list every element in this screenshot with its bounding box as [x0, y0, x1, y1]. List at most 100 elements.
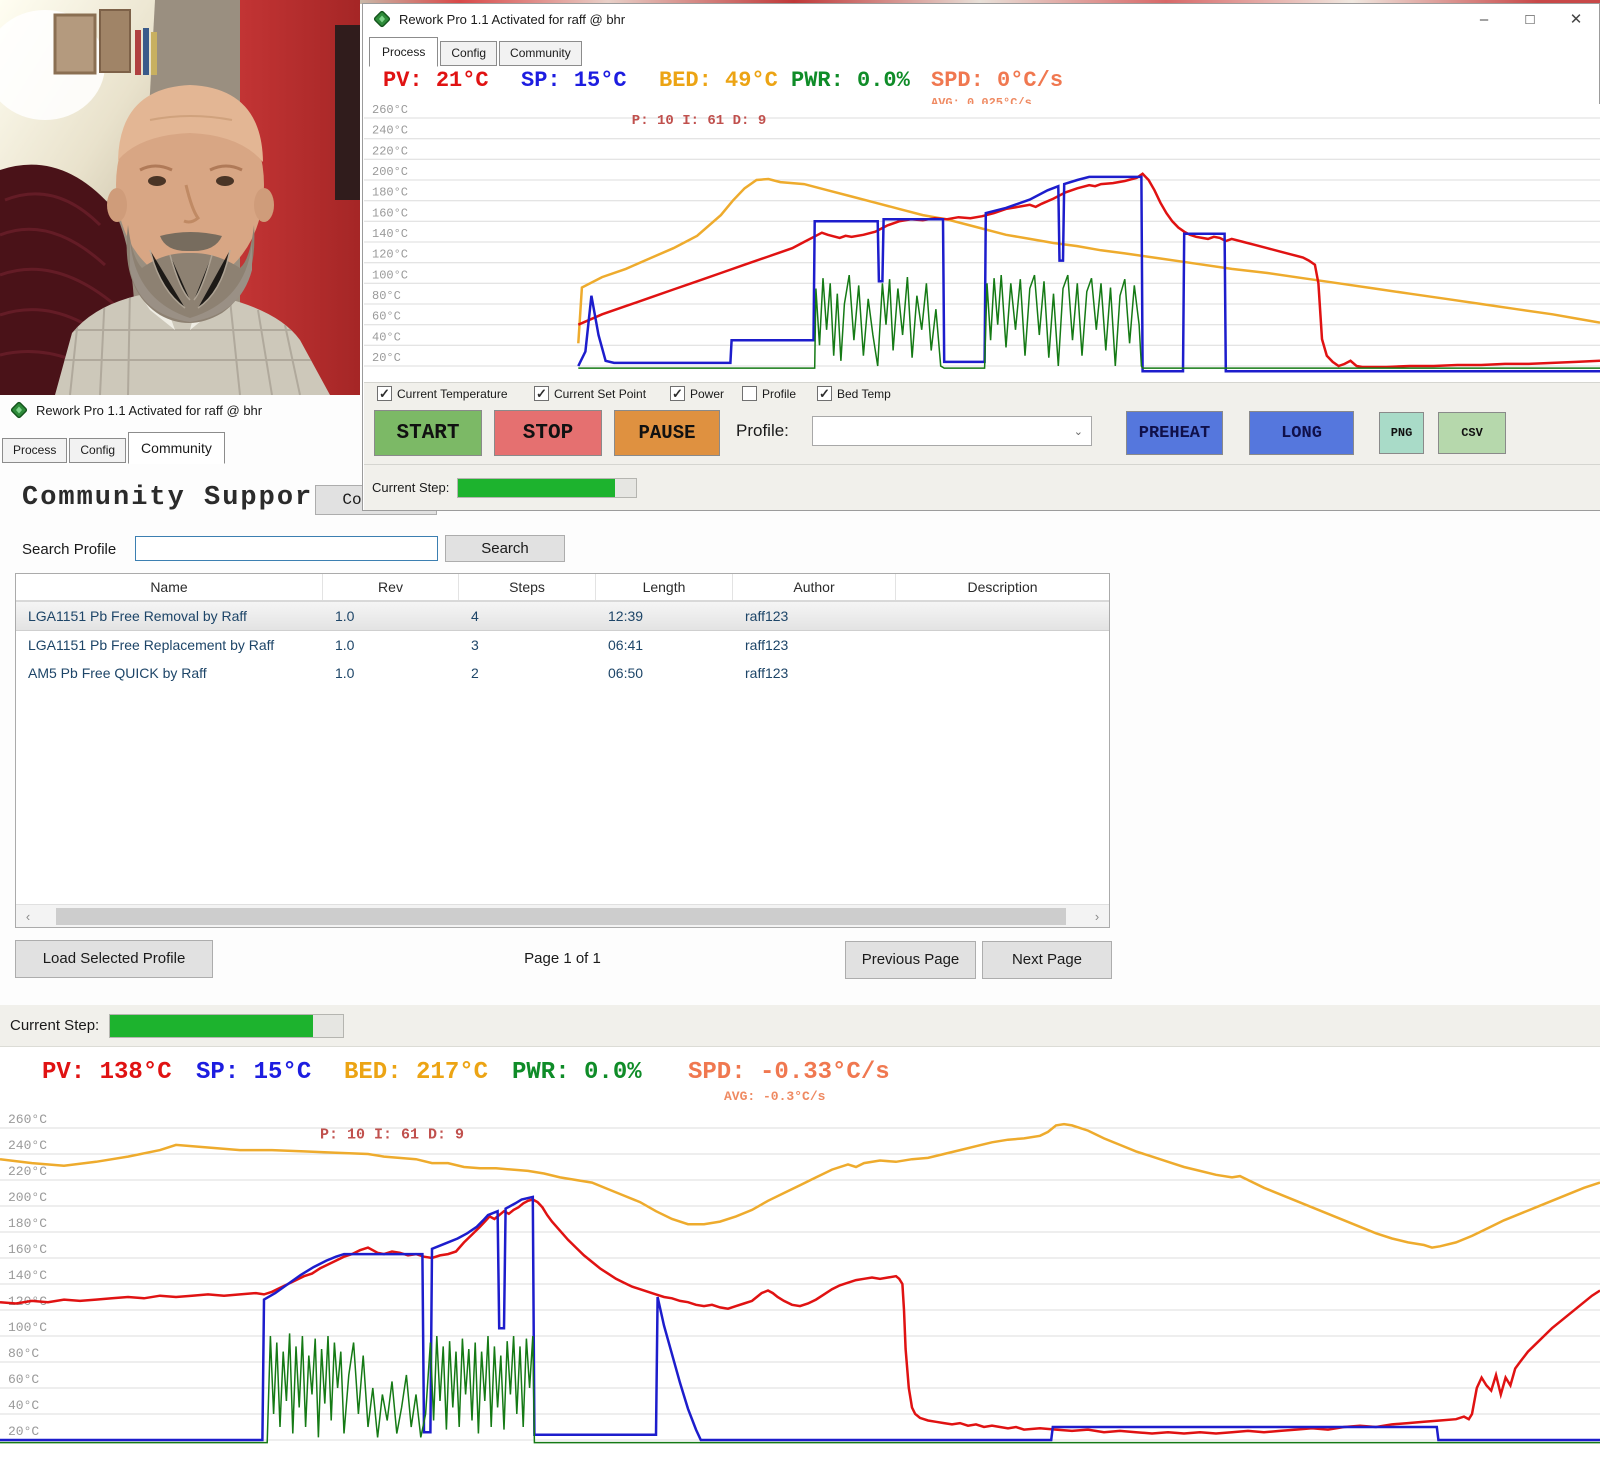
community-support-heading: Community Support	[22, 483, 331, 513]
titlebar: Rework Pro 1.1 Activated for raff @ bhr …	[363, 4, 1599, 34]
tab-config[interactable]: Config	[440, 41, 497, 66]
svg-text:40°C: 40°C	[372, 330, 401, 344]
svg-text:260°C: 260°C	[372, 104, 408, 117]
maximize-button[interactable]: □	[1507, 11, 1553, 28]
checkbox-icon	[534, 386, 549, 401]
column-steps[interactable]: Steps	[459, 574, 596, 600]
scrollbar-thumb[interactable]	[56, 908, 1066, 925]
svg-text:120°C: 120°C	[372, 248, 408, 262]
stat-sp: SP: 15°C	[196, 1059, 311, 1086]
current-step-strip: Current Step:	[364, 464, 1600, 510]
previous-page-button[interactable]: Previous Page	[845, 941, 976, 979]
webcam-scene	[0, 0, 360, 395]
tab-process[interactable]: Process	[369, 37, 438, 67]
column-rev[interactable]: Rev	[323, 574, 459, 600]
svg-text:140°C: 140°C	[372, 227, 408, 241]
column-description[interactable]: Description	[896, 574, 1109, 600]
stop-button[interactable]: STOP	[494, 410, 602, 456]
search-profile-input[interactable]	[135, 536, 438, 561]
stat-spd: SPD: 0°C/s	[931, 68, 1063, 93]
svg-text:200°C: 200°C	[8, 1190, 47, 1205]
svg-text:240°C: 240°C	[8, 1138, 47, 1153]
tab-community[interactable]: Community	[499, 41, 582, 66]
webcam-video	[0, 0, 360, 395]
tab-process[interactable]: Process	[2, 438, 67, 463]
table-header-row: Name Rev Steps Length Author Description	[16, 574, 1109, 601]
control-button-row: START STOP PAUSE Profile: ⌄ PREHEAT LONG…	[364, 406, 1600, 464]
current-step-progressbar	[109, 1014, 344, 1038]
search-profile-label: Search Profile	[22, 541, 116, 558]
process-chart: 260°C240°C220°C200°C180°C160°C140°C120°C…	[0, 1100, 1600, 1467]
current-step-label: Current Step:	[10, 1017, 99, 1034]
export-png-button[interactable]: PNG	[1379, 412, 1424, 454]
legend-checkbox-row: Current Temperature Current Set Point Po…	[364, 382, 1600, 406]
app-icon	[10, 401, 28, 419]
stat-pv: PV: 138°C	[42, 1059, 172, 1086]
stat-pwr: PWR: 0.0%	[512, 1059, 642, 1086]
app-icon	[373, 10, 391, 28]
svg-text:220°C: 220°C	[372, 144, 408, 158]
profile-label: Profile:	[736, 421, 789, 441]
svg-text:100°C: 100°C	[8, 1320, 47, 1335]
export-csv-button[interactable]: CSV	[1438, 412, 1506, 454]
window-title: Rework Pro 1.1 Activated for raff @ bhr	[399, 12, 625, 27]
minimize-button[interactable]: –	[1461, 11, 1507, 28]
svg-text:140°C: 140°C	[8, 1268, 47, 1283]
pause-button[interactable]: PAUSE	[614, 410, 720, 456]
svg-text:160°C: 160°C	[372, 206, 408, 220]
stats-row: PV: 138°C SP: 15°C BED: 217°C PWR: 0.0% …	[0, 1047, 1600, 1100]
svg-text:80°C: 80°C	[8, 1346, 39, 1361]
checkbox-icon	[670, 386, 685, 401]
svg-text:80°C: 80°C	[372, 289, 401, 303]
horizontal-scrollbar[interactable]: ‹ ›	[16, 904, 1109, 927]
stat-pwr: PWR: 0.0%	[791, 68, 910, 93]
start-button[interactable]: START	[374, 410, 482, 456]
table-row[interactable]: LGA1151 Pb Free Removal by Raff 1.0 4 12…	[16, 601, 1109, 631]
profile-dropdown[interactable]: ⌄	[812, 416, 1092, 446]
next-page-button[interactable]: Next Page	[982, 941, 1112, 979]
svg-text:60°C: 60°C	[8, 1372, 39, 1387]
svg-text:100°C: 100°C	[372, 268, 408, 282]
stat-sp: SP: 15°C	[521, 68, 627, 93]
tab-config[interactable]: Config	[69, 438, 126, 463]
scroll-left-icon[interactable]: ‹	[16, 909, 40, 924]
close-button[interactable]: ✕	[1553, 10, 1599, 28]
current-step-label: Current Step:	[372, 480, 449, 495]
preheat-button[interactable]: PREHEAT	[1126, 411, 1223, 455]
profiles-table: Name Rev Steps Length Author Description…	[15, 573, 1110, 928]
svg-text:20°C: 20°C	[8, 1424, 39, 1439]
progress-fill	[110, 1015, 313, 1037]
progress-fill	[458, 479, 615, 497]
svg-text:P: 10 I: 61 D: 9: P: 10 I: 61 D: 9	[320, 1126, 464, 1143]
checkbox-bed-temp[interactable]: Bed Temp	[817, 386, 891, 401]
svg-text:180°C: 180°C	[8, 1216, 47, 1231]
chevron-down-icon: ⌄	[1074, 425, 1083, 438]
tab-community[interactable]: Community	[128, 432, 225, 464]
svg-text:240°C: 240°C	[372, 124, 408, 138]
table-row[interactable]: AM5 Pb Free QUICK by Raff 1.0 2 06:50 ra…	[16, 659, 1109, 687]
column-length[interactable]: Length	[596, 574, 733, 600]
svg-text:40°C: 40°C	[8, 1398, 39, 1413]
stat-spd: SPD: -0.33°C/s	[688, 1059, 890, 1086]
checkbox-current-set-point[interactable]: Current Set Point	[534, 386, 646, 401]
checkbox-current-temperature[interactable]: Current Temperature	[377, 386, 508, 401]
svg-text:200°C: 200°C	[372, 165, 408, 179]
process-window: Rework Pro 1.1 Activated for raff @ bhr …	[362, 3, 1600, 511]
process-chart: 260°C240°C220°C200°C180°C160°C140°C120°C…	[364, 104, 1600, 382]
scroll-right-icon[interactable]: ›	[1085, 909, 1109, 924]
stat-pv: PV: 21°C	[383, 68, 489, 93]
long-button[interactable]: LONG	[1249, 411, 1354, 455]
column-author[interactable]: Author	[733, 574, 896, 600]
tabstrip: Process Config Community	[369, 36, 1599, 66]
svg-text:260°C: 260°C	[8, 1112, 47, 1127]
svg-text:160°C: 160°C	[8, 1242, 47, 1257]
checkbox-power[interactable]: Power	[670, 386, 724, 401]
current-step-strip: Current Step:	[0, 1005, 1600, 1047]
table-row[interactable]: LGA1151 Pb Free Replacement by Raff 1.0 …	[16, 631, 1109, 659]
svg-text:P: 10 I: 61 D: 9: P: 10 I: 61 D: 9	[632, 113, 766, 129]
background-process-panel: Current Step: PV: 138°C SP: 15°C BED: 21…	[0, 1005, 1600, 1467]
stat-bed: BED: 49°C	[659, 68, 778, 93]
column-name[interactable]: Name	[16, 574, 323, 600]
checkbox-profile[interactable]: Profile	[742, 386, 796, 401]
search-button[interactable]: Search	[445, 535, 565, 562]
